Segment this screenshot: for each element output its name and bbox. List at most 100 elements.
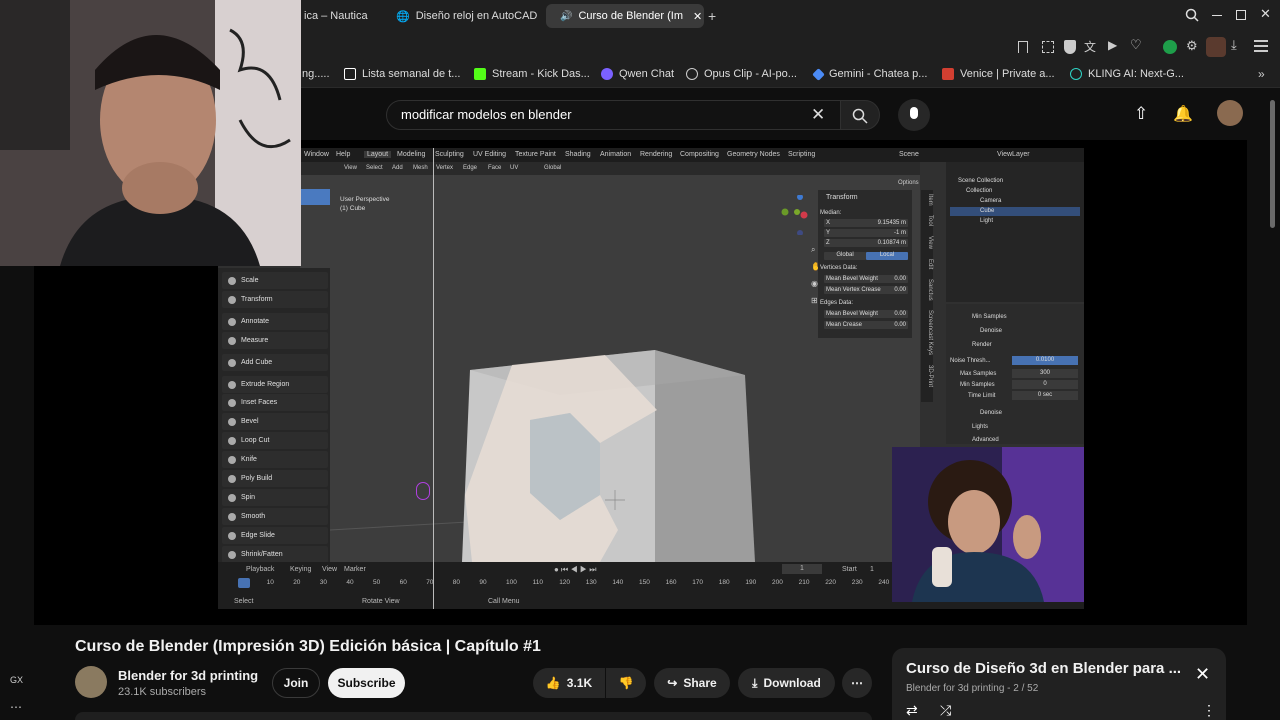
channel-avatar[interactable] [75,666,107,698]
max-samples-field[interactable]: 300 [1012,369,1078,378]
advanced-section[interactable]: Advanced [972,437,999,443]
like-button[interactable]: 👍 3.1K [533,668,605,698]
search-button[interactable] [840,100,880,130]
min-samples-field[interactable]: 0 [1012,380,1078,389]
bookmark-item[interactable]: Venice | Private a... [942,68,1055,80]
sidebar-tabs[interactable]: Item Tool View Edit Sanctus Screencast K… [921,190,933,402]
global-toggle[interactable]: Global [824,252,866,260]
close-window-icon[interactable]: ✕ [1260,6,1271,22]
sidebar-tab[interactable]: View [927,236,933,249]
bookmark-item[interactable]: Lista semanal de t... [344,68,460,80]
playback-controls[interactable]: ● ⏮ ◀ ▶ ⏭ [554,565,596,575]
download-button[interactable]: ⤓ Download [738,668,835,698]
subscribe-button[interactable]: Subscribe [328,668,405,698]
more-dots-icon[interactable]: ⋯ [10,700,22,714]
more-bookmarks-icon[interactable]: » [1258,67,1265,81]
reader-icon[interactable]: ▶ [1108,38,1117,52]
sidebar-tab[interactable]: Tool [927,215,933,226]
tool-spin[interactable]: Spin [222,489,328,506]
search-box[interactable]: modificar modelos en blender ✕ [386,100,842,130]
mean-crease-field[interactable]: Mean Crease 0.00 [824,321,908,329]
upload-icon[interactable]: ⇧ [1134,104,1148,124]
tool-scale[interactable]: Scale [222,272,328,289]
tool-transform[interactable]: Transform [222,291,328,308]
heart-icon[interactable]: ♡ [1130,37,1142,53]
lights-section[interactable]: Lights [972,424,988,430]
tool-extrude-region[interactable]: Extrude Region [222,376,328,393]
timeline-keying[interactable]: Keying [290,566,311,573]
playlist-menu-icon[interactable]: ⋮ [1202,702,1216,719]
bookmark-item[interactable]: Gemini - Chatea p... [812,67,927,81]
sidebar-tab[interactable]: Edit [927,259,933,269]
tool-shrink-fatten[interactable]: Shrink/Fatten [222,546,328,563]
shuffle-icon[interactable]: ⤮ [940,702,951,719]
timeline-marker[interactable]: Marker [344,566,366,573]
x-field[interactable]: X 9.15435 m [824,219,908,227]
description-box[interactable] [75,712,872,720]
tool-inset-faces[interactable]: Inset Faces [222,394,328,411]
tool-measure[interactable]: Measure [222,332,328,349]
mean-vertex-crease-field[interactable]: Mean Vertex Crease 0.00 [824,286,908,294]
close-playlist-icon[interactable]: ✕ [1195,664,1210,685]
current-frame-field[interactable]: 1 [782,564,822,574]
y-field[interactable]: Y -1 m [824,229,908,237]
start-value[interactable]: 1 [870,566,874,573]
denoise-section[interactable]: Denoise [980,410,1002,416]
edge-bevel-weight-field[interactable]: Mean Bevel Weight 0.00 [824,310,908,318]
tool-annotate[interactable]: Annotate [222,313,328,330]
tool-bevel[interactable]: Bevel [222,413,328,430]
page-scrollbar[interactable] [1270,100,1275,228]
options-dropdown[interactable]: Options [898,180,919,186]
mean-bevel-weight-field[interactable]: Mean Bevel Weight 0.00 [824,275,908,283]
channel-name[interactable]: Blender for 3d printing [118,668,258,683]
bookmark-item[interactable]: ng..... [302,68,330,80]
outliner-light[interactable]: Light [980,218,993,224]
bookmark-item[interactable]: KLING AI: Next-G... [1070,68,1184,80]
tab-nautica[interactable]: ica – Nautica [296,4,376,28]
denoise-label[interactable]: Denoise [980,328,1002,334]
screenshot-icon[interactable] [1042,41,1054,53]
playhead-marker[interactable] [238,578,250,588]
search-input[interactable]: modificar modelos en blender [401,107,572,122]
collection-label[interactable]: Collection [966,188,992,194]
close-tab-icon[interactable]: ✕ [693,10,702,23]
tab-autocad[interactable]: 🌐 Diseño reloj en AutoCAD [388,4,538,28]
more-actions-button[interactable]: ⋯ [842,668,872,698]
timeline-view[interactable]: View [322,566,337,573]
time-limit-field[interactable]: 0 sec [1012,391,1078,400]
share-button[interactable]: ↪ Share [654,668,730,698]
sidebar-tab[interactable]: 3D-Print [927,365,933,387]
playlist-title[interactable]: Curso de Diseño 3d en Blender para ... [906,660,1181,677]
tab-blender-course[interactable]: 🔊 Curso de Blender (Im ✕ [546,4,704,28]
menu-icon[interactable] [1254,40,1268,42]
puzzle-icon[interactable]: ⚙ [1186,38,1198,54]
noise-threshold-field[interactable]: 0.0100 [1012,356,1078,365]
translate-icon[interactable]: 文 [1084,38,1096,55]
tool-loop-cut[interactable]: Loop Cut [222,432,328,449]
sidebar-tab[interactable]: Sanctus [927,279,933,301]
tool-add-cube[interactable]: Add Cube [222,354,328,371]
search-tabs-icon[interactable] [1185,8,1199,22]
minimize-icon[interactable] [1212,15,1222,16]
extension-icon[interactable] [1163,40,1177,54]
bookmark-item[interactable]: Stream - Kick Das... [474,68,590,80]
join-button[interactable]: Join [272,668,320,698]
timeline-playback[interactable]: Playback [246,566,274,573]
clear-search-icon[interactable]: ✕ [811,105,825,125]
loop-icon[interactable]: ⇄ [906,702,918,719]
bookmark-icon[interactable] [1018,41,1028,53]
tool-poly-build[interactable]: Poly Build [222,470,328,487]
outliner-cube[interactable]: Cube [980,208,994,214]
tool-edge-slide[interactable]: Edge Slide [222,527,328,544]
local-toggle[interactable]: Local [866,252,908,260]
new-tab-icon[interactable]: + [708,8,716,24]
notifications-icon[interactable]: 🔔 [1173,104,1193,124]
maximize-icon[interactable] [1236,10,1246,20]
shield-icon[interactable] [1064,40,1076,54]
sidebar-tab[interactable]: Item [927,194,933,206]
navigation-gizmo[interactable] [780,195,810,235]
render-section[interactable]: Render [972,342,992,348]
outliner-camera[interactable]: Camera [980,198,1001,204]
tool-smooth[interactable]: Smooth [222,508,328,525]
z-field[interactable]: Z 0.10874 m [824,239,908,247]
